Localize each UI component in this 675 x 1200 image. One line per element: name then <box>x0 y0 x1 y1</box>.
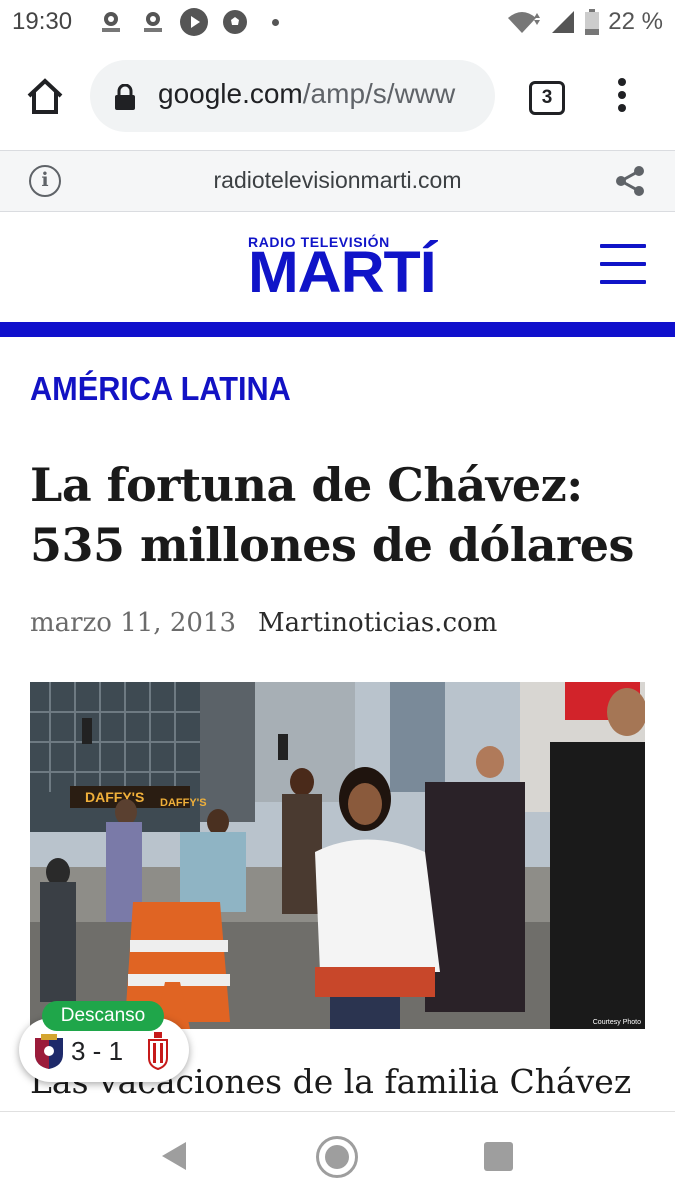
status-right: 22 % <box>506 8 663 36</box>
battery-percent: 22 % <box>608 8 663 35</box>
article-category[interactable]: AMÉRICA LATINA <box>30 370 291 408</box>
browser-toolbar: google.com/amp/s/www 3 <box>0 46 675 150</box>
soccer-ball-icon <box>223 10 247 34</box>
url-bar[interactable]: google.com/amp/s/www <box>90 60 495 132</box>
hamburger-menu-icon[interactable] <box>600 244 646 284</box>
overflow-menu-icon[interactable] <box>612 78 632 118</box>
article-date: marzo 11, 2013 <box>30 608 236 638</box>
home-team-crest-icon <box>35 1034 63 1069</box>
store-sign: DAFFY'S <box>85 789 144 805</box>
logo-main-text: MARTÍ <box>248 240 437 305</box>
url-domain: google.com <box>158 78 303 109</box>
status-time: 19:30 <box>12 8 73 35</box>
lock-icon <box>115 84 135 110</box>
recents-icon[interactable] <box>484 1142 513 1171</box>
store-sign: DAFFY'S <box>160 797 207 809</box>
tab-switcher-button[interactable]: 3 <box>529 81 565 115</box>
site-logo[interactable]: RADIO TELEVISIÓN MARTÍ <box>248 234 437 304</box>
away-team-crest-icon <box>148 1032 168 1070</box>
amp-header: i radiotelevisionmarti.com <box>0 150 675 212</box>
url-text: google.com/amp/s/www <box>158 78 455 110</box>
article-meta: marzo 11, 2013 Martinoticias.com <box>30 608 497 638</box>
url-path: /amp/s/www <box>302 78 456 109</box>
article-photo[interactable]: DAFFY'S DAFFY'S Courtesy Photo <box>30 682 645 1029</box>
battery-icon <box>585 9 600 35</box>
status-bar: 19:30 22 % <box>0 0 675 46</box>
wifi-icon <box>508 12 541 33</box>
match-score: 3 - 1 <box>71 1036 124 1066</box>
signal-icon <box>552 11 575 33</box>
laliga-icon <box>144 12 162 32</box>
laliga-icon <box>102 12 120 32</box>
match-status-badge[interactable]: Descanso <box>42 1001 164 1031</box>
photo-credit: Courtesy Photo <box>592 1019 641 1026</box>
back-icon[interactable] <box>160 1140 188 1172</box>
site-header: RADIO TELEVISIÓN MARTÍ <box>0 212 675 324</box>
dot-icon <box>272 19 279 26</box>
system-nav-bar <box>0 1111 675 1200</box>
play-icon <box>180 8 208 36</box>
home-button-icon[interactable] <box>316 1136 358 1178</box>
article-headline: La fortuna de Chávez: 535 millones de dó… <box>30 458 634 572</box>
street-scene-image: DAFFY'S DAFFY'S <box>30 682 645 1029</box>
header-divider <box>0 322 675 337</box>
article-source: Martinoticias.com <box>257 608 498 638</box>
share-icon[interactable] <box>614 165 646 197</box>
amp-domain[interactable]: radiotelevisionmarti.com <box>0 167 675 194</box>
home-icon[interactable] <box>24 76 66 118</box>
